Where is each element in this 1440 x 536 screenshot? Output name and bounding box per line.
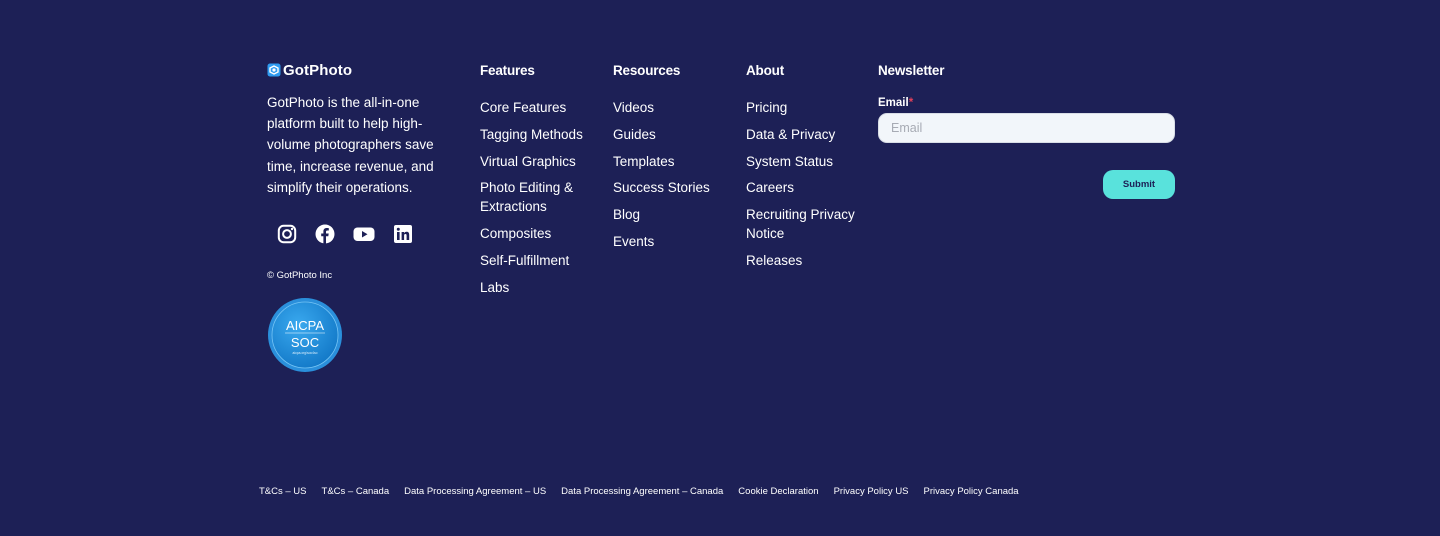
link-pricing[interactable]: Pricing <box>746 98 866 117</box>
features-heading: Features <box>480 63 535 78</box>
brand-column: GotPhoto GotPhoto is the all-in-one plat… <box>267 60 447 378</box>
link-events[interactable]: Events <box>613 232 723 251</box>
logo[interactable]: GotPhoto <box>267 60 447 80</box>
copyright-text: © GotPhoto Inc <box>267 270 333 282</box>
badge-line2: SOC <box>291 335 319 350</box>
brand-description: GotPhoto is the all-in-one platform buil… <box>267 95 434 195</box>
instagram-icon[interactable] <box>277 224 297 244</box>
link-templates[interactable]: Templates <box>613 152 723 171</box>
facebook-icon[interactable] <box>315 224 335 244</box>
site-footer: GotPhoto GotPhoto is the all-in-one plat… <box>0 0 1440 536</box>
link-careers[interactable]: Careers <box>746 178 866 197</box>
badge-small-text: aicpa.org/soc4so <box>293 351 318 355</box>
about-heading: About <box>746 63 784 78</box>
linkedin-icon[interactable] <box>393 224 413 244</box>
submit-row: Submit <box>878 170 1175 199</box>
link-success-stories[interactable]: Success Stories <box>613 178 723 197</box>
legal-link-cookie-declaration[interactable]: Cookie Declaration <box>738 486 818 497</box>
link-videos[interactable]: Videos <box>613 98 723 117</box>
link-virtual-graphics[interactable]: Virtual Graphics <box>480 152 600 171</box>
social-links <box>267 224 447 244</box>
link-data-privacy[interactable]: Data & Privacy <box>746 125 866 144</box>
link-labs[interactable]: Labs <box>480 278 600 297</box>
legal-link-dpa-us[interactable]: Data Processing Agreement – US <box>404 486 546 497</box>
link-releases[interactable]: Releases <box>746 251 866 270</box>
resources-heading: Resources <box>613 63 681 78</box>
legal-link-dpa-canada[interactable]: Data Processing Agreement – Canada <box>561 486 723 497</box>
submit-button[interactable]: Submit <box>1103 170 1175 199</box>
legal-links: T&Cs – US T&Cs – Canada Data Processing … <box>259 486 1019 497</box>
link-composites[interactable]: Composites <box>480 224 600 243</box>
link-tagging-methods[interactable]: Tagging Methods <box>480 125 600 144</box>
email-label: Email* <box>878 97 1175 109</box>
required-mark: * <box>908 97 914 109</box>
badge-line1: AICPA <box>286 318 324 333</box>
aicpa-soc-badge[interactable]: AICPA SOC aicpa.org/soc4so <box>267 297 343 373</box>
newsletter-section: Newsletter Email* Submit <box>878 63 1175 199</box>
newsletter-heading: Newsletter <box>878 63 945 78</box>
email-input[interactable] <box>878 113 1175 143</box>
legal-link-privacy-policy-us[interactable]: Privacy Policy US <box>834 486 909 497</box>
link-recruiting-privacy-notice[interactable]: Recruiting Privacy Notice <box>746 205 866 243</box>
gotphoto-logo-icon <box>267 63 281 77</box>
link-guides[interactable]: Guides <box>613 125 723 144</box>
link-system-status[interactable]: System Status <box>746 152 866 171</box>
features-column: Features Core Features Tagging Methods V… <box>480 63 600 305</box>
legal-link-tcs-canada[interactable]: T&Cs – Canada <box>322 486 390 497</box>
about-column: About Pricing Data & Privacy System Stat… <box>746 63 866 278</box>
legal-link-privacy-policy-canada[interactable]: Privacy Policy Canada <box>924 486 1019 497</box>
link-blog[interactable]: Blog <box>613 205 723 224</box>
resources-column: Resources Videos Guides Templates Succes… <box>613 63 723 259</box>
link-self-fulfillment[interactable]: Self-Fulfillment <box>480 251 600 270</box>
link-photo-editing-extractions[interactable]: Photo Editing & Extractions <box>480 178 600 216</box>
logo-text: GotPhoto <box>283 61 353 79</box>
link-core-features[interactable]: Core Features <box>480 98 600 117</box>
legal-link-tcs-us[interactable]: T&Cs – US <box>259 486 307 497</box>
youtube-icon[interactable] <box>353 224 375 244</box>
email-label-text: Email <box>878 97 909 109</box>
